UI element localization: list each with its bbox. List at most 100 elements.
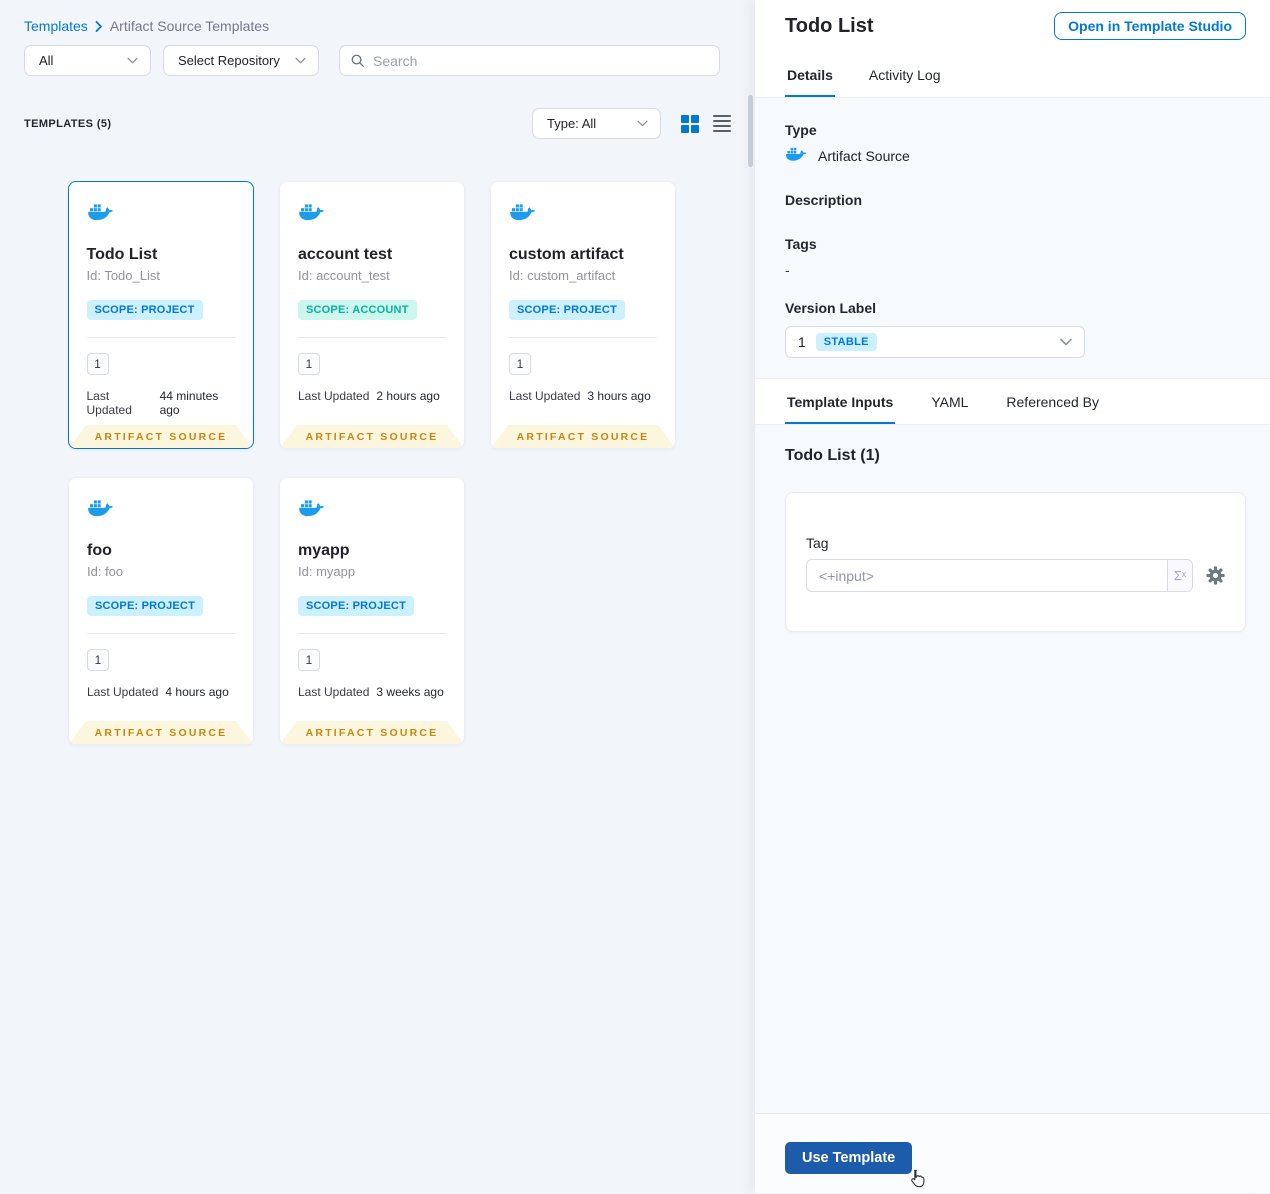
last-updated-label: Last Updated bbox=[298, 389, 370, 403]
scope-badge: SCOPE: ACCOUNT bbox=[298, 300, 417, 320]
template-card-id: Id: custom_artifact bbox=[509, 268, 616, 283]
card-divider bbox=[298, 633, 446, 634]
search-box bbox=[339, 45, 720, 76]
tag-input[interactable] bbox=[807, 560, 1167, 591]
inputs-heading: Todo List (1) bbox=[785, 447, 880, 464]
tag-input-group: Σˣ bbox=[806, 559, 1193, 592]
last-updated-label: Last Updated bbox=[86, 388, 132, 417]
card-divider bbox=[86, 336, 236, 338]
repository-filter-value: Select Repository bbox=[178, 53, 280, 68]
card-divider bbox=[298, 337, 446, 338]
tab-details[interactable]: Details bbox=[785, 52, 835, 97]
docker-icon bbox=[87, 202, 236, 228]
template-card-title: custom artifact bbox=[509, 246, 624, 263]
chevron-down-icon bbox=[1060, 338, 1072, 346]
tab-yaml[interactable]: YAML bbox=[929, 379, 970, 424]
breadcrumb-templates-link[interactable]: Templates bbox=[24, 18, 88, 34]
artifact-source-ribbon: ARTIFACT SOURCE bbox=[280, 425, 464, 448]
template-card[interactable]: myapp Id: myapp SCOPE: PROJECT 1 Last Up… bbox=[279, 477, 465, 745]
artifact-source-ribbon: ARTIFACT SOURCE bbox=[491, 425, 675, 448]
docker-icon bbox=[785, 146, 808, 166]
artifact-source-ribbon: ARTIFACT SOURCE bbox=[280, 721, 464, 744]
version-count-chip: 1 bbox=[298, 649, 320, 671]
last-updated: Last Updated 3 hours ago bbox=[509, 389, 657, 403]
last-updated-value: 3 hours ago bbox=[587, 389, 651, 403]
scope-badge: SCOPE: PROJECT bbox=[86, 299, 203, 320]
tab-template-inputs[interactable]: Template Inputs bbox=[785, 379, 896, 424]
version-count-chip: 1 bbox=[86, 352, 109, 375]
tab-referenced-by[interactable]: Referenced By bbox=[1004, 379, 1101, 424]
grid-view-icon[interactable] bbox=[681, 114, 699, 133]
scope-filter-value: All bbox=[39, 53, 54, 68]
chevron-down-icon bbox=[295, 57, 306, 64]
last-updated: Last Updated 4 hours ago bbox=[87, 685, 235, 699]
use-template-button[interactable]: Use Template bbox=[785, 1142, 913, 1174]
scope-badge: SCOPE: PROJECT bbox=[509, 300, 625, 320]
last-updated: Last Updated 44 minutes ago bbox=[87, 389, 236, 417]
tag-label: Tag bbox=[806, 535, 829, 551]
templates-list-header: TEMPLATES (5) Type: All bbox=[24, 108, 731, 139]
template-details-drawer: Todo List Open in Template Studio Detail… bbox=[755, 0, 1270, 1193]
last-updated: Last Updated 2 hours ago bbox=[298, 389, 446, 403]
template-inputs-section: Todo List (1) Tag Σˣ bbox=[755, 425, 1270, 632]
scope-filter-dropdown[interactable]: All bbox=[24, 45, 151, 76]
template-card-id: Id: foo bbox=[87, 564, 124, 579]
template-card[interactable]: foo Id: foo SCOPE: PROJECT 1 Last Update… bbox=[68, 477, 254, 745]
type-filter-dropdown[interactable]: Type: All bbox=[532, 108, 661, 139]
gear-icon[interactable] bbox=[1206, 566, 1225, 585]
docker-icon bbox=[298, 202, 446, 228]
docker-icon bbox=[87, 498, 235, 524]
template-card-id: Id: myapp bbox=[298, 564, 356, 579]
last-updated: Last Updated 3 weeks ago bbox=[298, 685, 446, 699]
template-library-panel: Templates Artifact Source Templates All … bbox=[0, 0, 755, 1193]
view-toggles bbox=[681, 114, 731, 133]
drawer-header: Todo List Open in Template Studio bbox=[755, 0, 1270, 52]
tags-label: Tags bbox=[785, 236, 817, 252]
templates-count-heading: TEMPLATES (5) bbox=[24, 117, 112, 130]
scrollbar-thumb[interactable] bbox=[748, 95, 753, 167]
expression-sigma-button[interactable]: Σˣ bbox=[1167, 560, 1192, 591]
type-filter-value: Type: All bbox=[547, 116, 597, 131]
breadcrumb: Templates Artifact Source Templates bbox=[24, 18, 755, 34]
template-card-title: account test bbox=[298, 246, 393, 263]
filter-row: All Select Repository bbox=[24, 45, 755, 76]
template-card-title: myapp bbox=[298, 542, 350, 559]
card-divider bbox=[509, 337, 657, 338]
last-updated-label: Last Updated bbox=[298, 685, 370, 699]
details-tabs: Details Activity Log bbox=[755, 52, 1270, 98]
docker-icon bbox=[298, 498, 446, 524]
last-updated-label: Last Updated bbox=[87, 685, 159, 699]
template-card[interactable]: custom artifact Id: custom_artifact SCOP… bbox=[490, 181, 676, 449]
type-label: Type bbox=[785, 122, 817, 138]
chevron-down-icon bbox=[127, 57, 138, 64]
list-view-icon[interactable] bbox=[713, 114, 731, 133]
last-updated-value: 3 weeks ago bbox=[376, 685, 444, 699]
open-in-template-studio-button[interactable]: Open in Template Studio bbox=[1054, 12, 1246, 40]
card-divider bbox=[87, 633, 235, 634]
template-card-title: foo bbox=[87, 542, 112, 559]
template-card-id: Id: Todo_List bbox=[86, 267, 160, 283]
template-card-id: Id: account_test bbox=[298, 268, 390, 283]
version-count-chip: 1 bbox=[298, 353, 320, 375]
template-card[interactable]: Todo List Id: Todo_List SCOPE: PROJECT 1… bbox=[68, 181, 254, 449]
version-count-chip: 1 bbox=[509, 353, 531, 375]
tab-activity-log[interactable]: Activity Log bbox=[867, 52, 943, 97]
templates-grid: Todo List Id: Todo_List SCOPE: PROJECT 1… bbox=[68, 181, 755, 745]
version-value: 1 bbox=[798, 334, 806, 350]
version-dropdown[interactable]: 1 STABLE bbox=[785, 326, 1085, 358]
breadcrumb-current: Artifact Source Templates bbox=[109, 18, 270, 34]
inputs-card: Tag Σˣ bbox=[785, 492, 1246, 632]
repository-filter-dropdown[interactable]: Select Repository bbox=[163, 45, 319, 76]
chevron-down-icon bbox=[637, 120, 648, 127]
description-label: Description bbox=[785, 192, 863, 208]
artifact-source-ribbon: ARTIFACT SOURCE bbox=[69, 721, 253, 744]
template-card[interactable]: account test Id: account_test SCOPE: ACC… bbox=[279, 181, 465, 449]
scope-badge: SCOPE: PROJECT bbox=[298, 596, 414, 616]
stable-badge: STABLE bbox=[815, 333, 877, 351]
scope-badge: SCOPE: PROJECT bbox=[87, 596, 203, 616]
docker-icon bbox=[509, 202, 657, 228]
artifact-source-ribbon: ARTIFACT SOURCE bbox=[69, 425, 253, 448]
search-input[interactable] bbox=[373, 52, 709, 69]
chevron-right-icon bbox=[95, 20, 102, 32]
details-section: Type Artifact Source Description Tags - … bbox=[755, 98, 1270, 378]
